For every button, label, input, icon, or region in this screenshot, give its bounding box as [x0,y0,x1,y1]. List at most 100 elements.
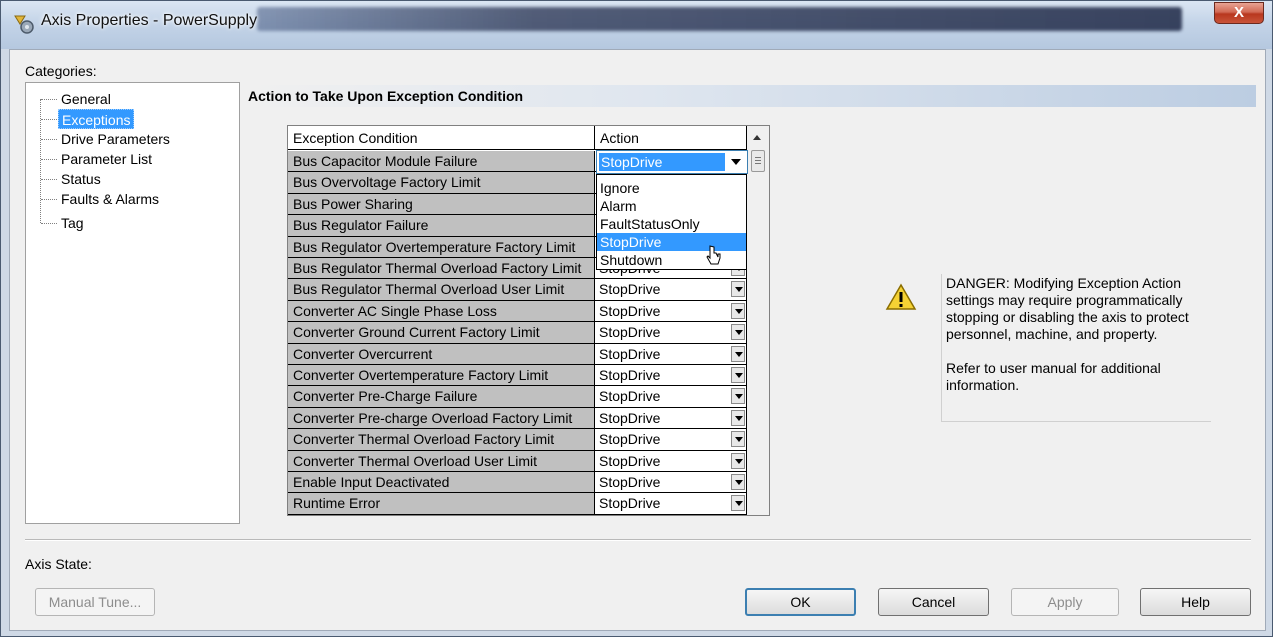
action-cell[interactable]: StopDrive [595,279,747,301]
tree-item-faults-alarms[interactable]: Faults & Alarms [58,189,162,209]
exception-condition-cell: Converter Ground Current Factory Limit [288,322,595,344]
action-cell[interactable]: StopDrive [595,343,747,365]
categories-label: Categories: [25,63,97,79]
chevron-down-icon[interactable] [731,345,745,362]
dropdown-option-ignore[interactable]: Ignore [597,179,746,197]
categories-tree[interactable]: General Exceptions Drive Parameters Para… [25,82,240,524]
ok-button[interactable]: OK [745,588,856,616]
exception-condition-cell: Converter Pre-charge Overload Factory Li… [288,407,595,430]
manual-tune-button[interactable]: Manual Tune... [35,588,155,616]
action-value: StopDrive [599,431,661,448]
chevron-down-icon[interactable] [731,302,745,319]
action-cell[interactable]: StopDrive [595,472,747,494]
action-cell[interactable]: StopDrive [595,386,747,408]
apply-button[interactable]: Apply [1011,588,1119,616]
action-combo-open[interactable]: StopDrive [596,150,748,174]
action-cell[interactable]: StopDrive [595,322,747,344]
chevron-down-icon[interactable] [731,388,745,405]
tree-connector [41,223,57,224]
manual-reference-text: Refer to user manual for additional info… [946,360,1161,393]
chevron-down-icon[interactable] [731,159,741,165]
exception-condition-cell: Bus Regulator Thermal Overload User Limi… [288,279,595,301]
exception-condition-cell: Runtime Error [288,493,595,515]
tree-connector [41,99,57,100]
warning-triangle-icon [885,283,917,310]
action-dropdown-list[interactable]: Ignore Alarm FaultStatusOnly StopDrive S… [596,174,747,270]
tree-item-tag[interactable]: Tag [58,213,87,233]
table-row[interactable]: Runtime Error StopDrive [288,493,747,515]
tree-item-exceptions[interactable]: Exceptions [58,109,135,129]
table-row[interactable]: Enable Input Deactivated StopDrive [288,472,747,494]
tree-item-drive-parameters[interactable]: Drive Parameters [58,129,173,149]
action-value: StopDrive [599,388,661,405]
action-value: StopDrive [599,495,661,512]
table-row[interactable]: Bus Regulator Thermal Overload User Limi… [288,279,747,301]
table-row[interactable]: Converter Ground Current Factory Limit St… [288,322,747,344]
scroll-thumb[interactable] [751,150,765,172]
danger-text: DANGER: Modifying Exception Action setti… [946,275,1189,342]
exception-condition-cell: Bus Capacitor Module Failure [288,151,595,173]
scroll-up-icon[interactable] [753,135,761,140]
cancel-button[interactable]: Cancel [878,588,989,616]
tree-connector [41,199,57,200]
grid-scrollbar[interactable] [747,126,769,515]
action-cell[interactable]: StopDrive [595,450,747,472]
axis-properties-window: Axis Properties - PowerSupply X Categori… [0,0,1273,637]
tree-connector [41,119,57,120]
background-window-tabs [257,7,1182,31]
column-header-condition[interactable]: Exception Condition [288,126,595,150]
exception-condition-cell: Bus Power Sharing [288,193,595,216]
table-row[interactable]: Converter Pre-Charge Failure StopDrive [288,386,747,408]
action-value: StopDrive [599,345,661,362]
exception-condition-cell: Bus Regulator Failure [288,215,595,237]
action-cell[interactable]: StopDrive [595,365,747,387]
action-cell[interactable]: StopDrive [595,429,747,451]
exception-condition-cell: Bus Regulator Overtemperature Factory Li… [288,236,595,258]
exception-condition-cell: Converter Pre-Charge Failure [288,386,595,408]
exception-condition-cell: Enable Input Deactivated [288,472,595,494]
exception-condition-cell: Converter Overcurrent [288,343,595,365]
exception-condition-cell: Converter Thermal Overload Factory Limit [288,429,595,451]
table-row[interactable]: Converter Thermal Overload Factory Limit… [288,429,747,451]
tree-connector [41,139,57,140]
footer-divider [25,539,1251,541]
action-value: StopDrive [599,474,661,490]
close-button[interactable]: X [1214,2,1264,24]
action-cell[interactable]: StopDrive [595,300,747,323]
table-row[interactable]: Converter Overtemperature Factory Limit S… [288,365,747,387]
chevron-down-icon[interactable] [731,281,745,298]
help-button[interactable]: Help [1140,588,1251,616]
table-row[interactable]: Converter Overcurrent StopDrive [288,343,747,365]
table-row[interactable]: Converter Pre-charge Overload Factory Li… [288,407,747,430]
tree-item-general[interactable]: General [58,89,114,109]
chevron-down-icon[interactable] [731,367,745,383]
window-title: Axis Properties - PowerSupply [41,12,258,29]
danger-message: DANGER: Modifying Exception Action setti… [941,274,1211,422]
tree-connector [41,159,57,160]
action-value: StopDrive [599,324,661,341]
column-header-action[interactable]: Action [595,126,747,150]
chevron-down-icon[interactable] [731,495,745,512]
exception-condition-cell: Bus Overvoltage Factory Limit [288,172,595,194]
chevron-down-icon[interactable] [731,452,745,469]
dropdown-option-faultstatusonly[interactable]: FaultStatusOnly [597,215,746,233]
dropdown-option-alarm[interactable]: Alarm [597,197,746,215]
chevron-down-icon[interactable] [731,474,745,490]
table-row[interactable]: Converter AC Single Phase Loss StopDrive [288,300,747,323]
exception-condition-cell: Bus Regulator Thermal Overload Factory L… [288,258,595,280]
axis-gear-icon [14,15,34,34]
action-combo-value: StopDrive [599,153,725,171]
tree-item-status[interactable]: Status [58,169,104,189]
section-title: Action to Take Upon Exception Condition [246,85,1256,107]
action-cell[interactable]: StopDrive [595,493,747,515]
tree-item-parameter-list[interactable]: Parameter List [58,149,155,169]
title-bar[interactable]: Axis Properties - PowerSupply X [1,1,1272,49]
action-cell[interactable]: StopDrive [595,407,747,430]
exception-condition-cell: Converter AC Single Phase Loss [288,300,595,323]
table-row[interactable]: Converter Thermal Overload User Limit Sto… [288,450,747,472]
mouse-pointer-icon [706,245,721,265]
chevron-down-icon[interactable] [731,431,745,448]
chevron-down-icon[interactable] [731,324,745,341]
exception-condition-cell: Converter Overtemperature Factory Limit [288,365,595,387]
chevron-down-icon[interactable] [731,409,745,426]
